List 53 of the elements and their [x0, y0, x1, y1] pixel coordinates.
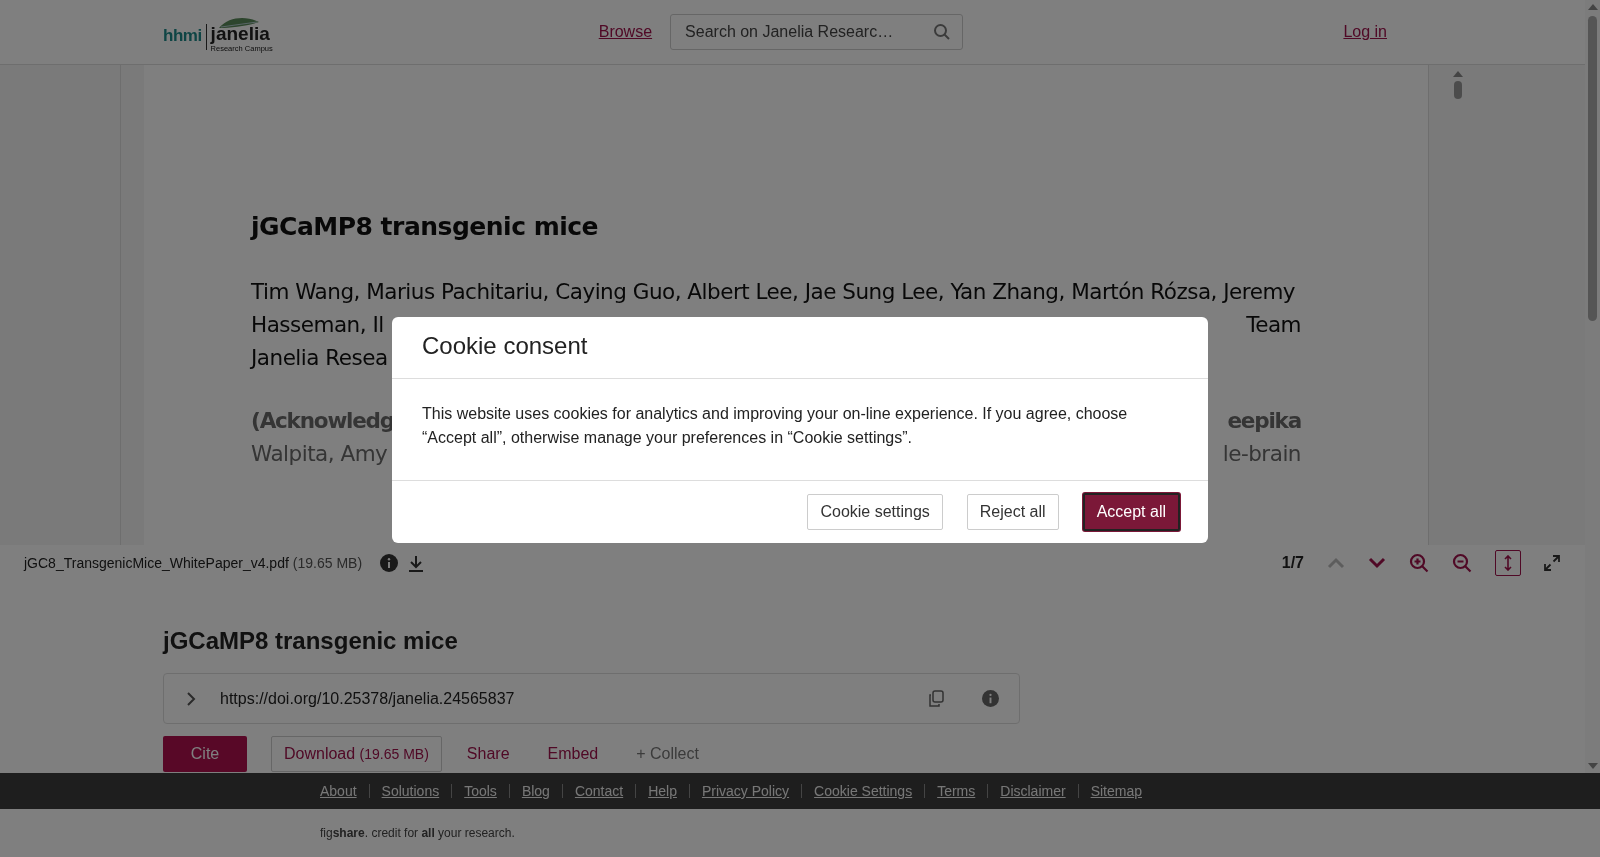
chevron-down-icon[interactable] [1368, 557, 1386, 569]
footer-link[interactable]: Solutions [381, 783, 440, 799]
download-icon[interactable] [408, 554, 425, 572]
dialog-message: This website uses cookies for analytics and improving your on-line experience. If you agree, choose “Accept all”, otherwise manage your preferences in “Cookie settings”. [422, 404, 1129, 448]
action-button[interactable]: Cite [163, 736, 247, 772]
action-button[interactable]: Share [453, 736, 523, 772]
footer-link[interactable]: Privacy Policy [701, 783, 790, 799]
info-icon[interactable] [982, 690, 999, 707]
fit-height-button[interactable] [1495, 550, 1521, 576]
search-field[interactable]: Search on Janelia Researc… [670, 14, 964, 50]
browse-link[interactable]: Browse [598, 23, 653, 41]
page-counter: 1/7 [1281, 554, 1304, 572]
item-title: jGCaMP8 transgenic mice [163, 627, 459, 655]
logo-name: janelia [210, 23, 271, 44]
fullscreen-icon[interactable] [1544, 555, 1560, 571]
dialog-button[interactable]: Reject all [966, 494, 1059, 530]
pdf-text-fragment: (Acknowledg [251, 407, 394, 435]
footer-link[interactable]: Disclaimer [1000, 783, 1066, 799]
tagline: figshare. credit for all your research. [319, 825, 516, 840]
logo-brand: hhmi [163, 25, 202, 47]
footer-link[interactable]: Terms [937, 783, 976, 799]
zoom-in-icon[interactable] [1409, 553, 1429, 573]
pdf-text-fragment: Walpita, Amy [251, 440, 388, 468]
footer-link[interactable]: Contact [574, 783, 624, 799]
action-button[interactable]: + Collect [623, 736, 712, 772]
action-button[interactable]: Download (19.65 MB) [271, 736, 442, 772]
dialog-button[interactable]: Accept all [1082, 493, 1180, 531]
action-button[interactable]: Embed [534, 736, 612, 772]
footer-link[interactable]: Tools [464, 783, 497, 799]
copy-icon[interactable] [928, 690, 944, 707]
pdf-text-fragment: Janelia Resea [251, 344, 388, 372]
footer-link[interactable]: Blog [521, 783, 550, 799]
fit-height-icon [1503, 555, 1513, 571]
dialog-button[interactable]: Cookie settings [807, 494, 943, 530]
footer-link[interactable]: Sitemap [1090, 783, 1142, 799]
footer-link[interactable]: About [320, 783, 357, 799]
search-icon[interactable] [933, 23, 952, 41]
zoom-out-icon[interactable] [1452, 553, 1472, 573]
pdf-text-line: Tim Wang, Marius Pachitariu, Caying Guo, Albert Lee, Jae Sung Lee, Yan Zhang, Martón Rózsa, Jeremy [251, 278, 1296, 306]
footer-link[interactable]: Cookie Settings [814, 783, 913, 799]
chevron-right-icon[interactable] [186, 690, 196, 707]
info-icon[interactable] [380, 554, 399, 572]
login-link[interactable]: Log in [1343, 23, 1387, 41]
doi-link[interactable]: https://doi.org/10.25378/janelia.24565837 [220, 689, 904, 708]
dialog-title: Cookie consent [392, 317, 1208, 379]
pdf-text-fragment: le-brain [1222, 440, 1301, 468]
footer-link[interactable]: Help [648, 783, 677, 799]
file-size: (19.65 MB) [292, 555, 363, 571]
pdf-title: jGCaMP8 transgenic mice [251, 212, 600, 241]
pdf-text-fragment: Team [1246, 311, 1301, 339]
pdf-text-fragment: Hasseman, Il [251, 311, 384, 339]
pdf-text-fragment: eepika [1227, 407, 1301, 435]
file-name: jGC8_TransgenicMice_WhitePaper_v4.pdf [24, 555, 289, 571]
